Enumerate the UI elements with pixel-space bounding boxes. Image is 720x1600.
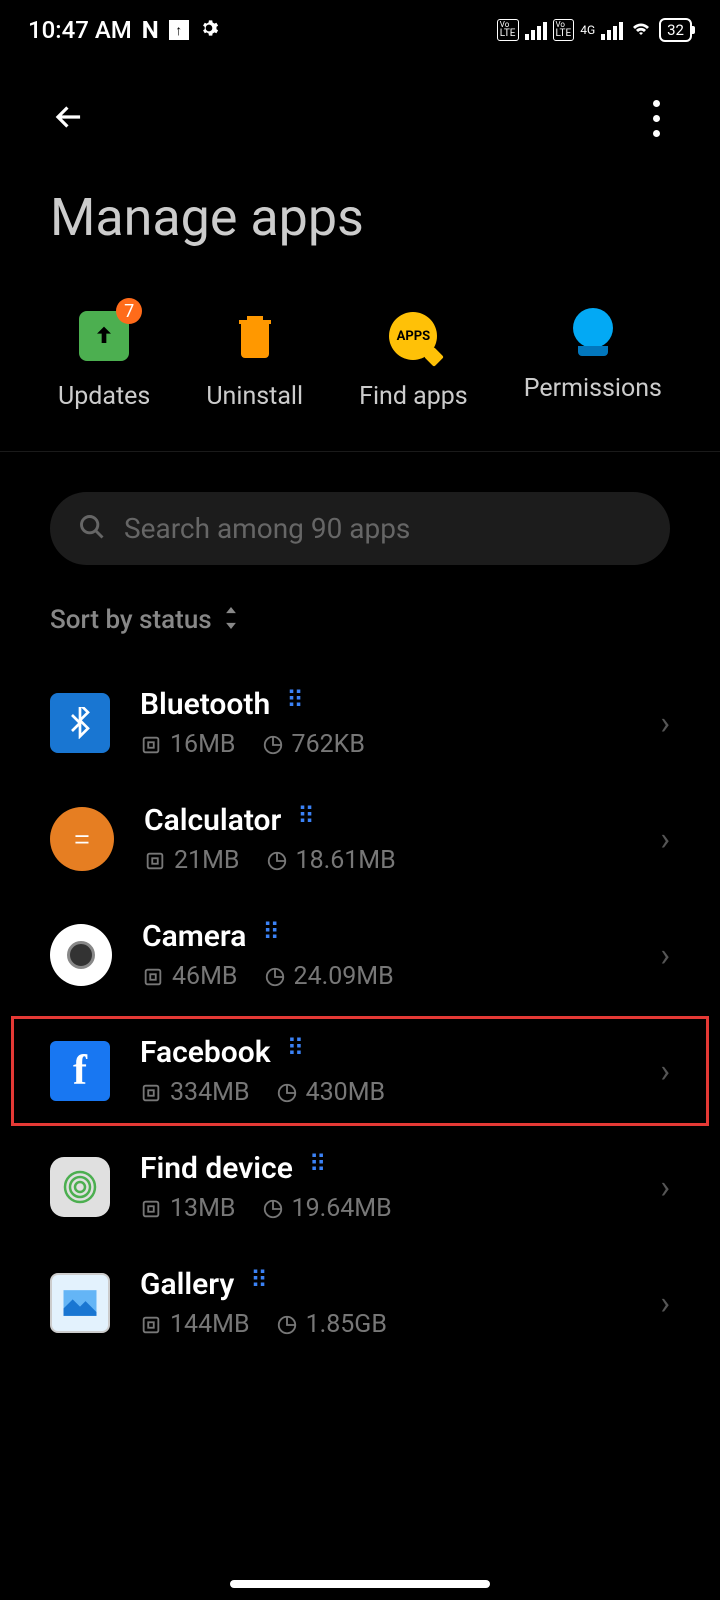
app-data: 18.61MB xyxy=(296,846,396,875)
signal-icon-2 xyxy=(601,20,623,40)
app-storage: 144MB xyxy=(170,1310,250,1339)
loading-icon xyxy=(286,694,308,716)
uninstall-action[interactable]: Uninstall xyxy=(206,308,303,411)
menu-button[interactable] xyxy=(643,90,670,147)
updates-label: Updates xyxy=(58,382,150,411)
app-item-camera[interactable]: Camera 46MB 24.09MB › xyxy=(0,897,720,1013)
chevron-right-icon: › xyxy=(660,1284,670,1322)
wifi-icon xyxy=(629,15,653,45)
chevron-right-icon: › xyxy=(660,704,670,742)
sort-arrows-icon xyxy=(222,607,240,634)
app-name: Find device xyxy=(140,1151,293,1186)
app-name: Camera xyxy=(142,919,246,954)
network-type: 4G xyxy=(580,23,595,37)
facebook-icon: f xyxy=(50,1041,110,1101)
app-data: 430MB xyxy=(306,1078,386,1107)
volte-icon-1: VoLTE xyxy=(497,19,519,41)
search-bar[interactable] xyxy=(50,492,670,565)
uninstall-label: Uninstall xyxy=(206,382,303,411)
app-item-calculator[interactable]: = Calculator 21MB 18.61MB › xyxy=(0,781,720,897)
status-bar: 10:47 AM N ↑ VoLTE VoLTE 4G 32 xyxy=(0,0,720,60)
page-title: Manage apps xyxy=(0,167,720,288)
app-name: Facebook xyxy=(140,1035,271,1070)
permissions-action[interactable]: Permissions xyxy=(524,308,662,411)
volte-icon-2: VoLTE xyxy=(553,19,575,41)
permissions-label: Permissions xyxy=(524,374,662,403)
header xyxy=(0,60,720,167)
find-apps-action[interactable]: APPS Find apps xyxy=(359,308,468,411)
chevron-right-icon: › xyxy=(660,936,670,974)
action-row: 7 Updates Uninstall APPS Find apps Permi… xyxy=(0,288,720,452)
upload-icon: ↑ xyxy=(169,20,189,40)
app-data: 24.09MB xyxy=(294,962,394,991)
app-name: Calculator xyxy=(144,803,281,838)
loading-icon xyxy=(262,926,284,948)
find-apps-label: Find apps xyxy=(359,382,468,411)
loading-icon xyxy=(250,1274,272,1296)
trash-icon xyxy=(227,308,283,364)
loading-icon xyxy=(287,1042,309,1064)
loading-icon xyxy=(309,1158,331,1180)
camera-icon xyxy=(50,924,112,986)
calculator-icon: = xyxy=(50,807,114,871)
updates-action[interactable]: 7 Updates xyxy=(58,308,150,411)
app-item-facebook[interactable]: f Facebook 334MB 430MB › xyxy=(8,1013,712,1129)
updates-badge: 7 xyxy=(116,298,142,324)
chevron-right-icon: › xyxy=(660,1168,670,1206)
search-icon xyxy=(78,513,106,545)
search-input[interactable] xyxy=(124,512,642,545)
home-indicator[interactable] xyxy=(230,1580,490,1588)
gallery-icon xyxy=(50,1273,110,1333)
app-data: 19.64MB xyxy=(292,1194,392,1223)
app-item-gallery[interactable]: Gallery 144MB 1.85GB › xyxy=(0,1245,720,1361)
app-list: Bluetooth 16MB 762KB › = Calculator 21MB… xyxy=(0,665,720,1361)
status-time: 10:47 AM xyxy=(28,16,132,44)
app-data: 762KB xyxy=(292,730,365,759)
sort-label: Sort by status xyxy=(50,605,212,635)
chevron-right-icon: › xyxy=(660,1052,670,1090)
netflix-icon: N xyxy=(142,16,159,44)
app-storage: 16MB xyxy=(170,730,236,759)
app-storage: 13MB xyxy=(170,1194,236,1223)
signal-icon-1 xyxy=(525,20,547,40)
loading-icon xyxy=(297,810,319,832)
battery-icon: 32 xyxy=(659,18,692,42)
app-data: 1.85GB xyxy=(306,1310,387,1339)
permissions-icon xyxy=(569,308,617,356)
settings-icon xyxy=(199,16,219,44)
app-storage: 21MB xyxy=(174,846,240,875)
app-storage: 334MB xyxy=(170,1078,250,1107)
app-name: Bluetooth xyxy=(140,687,270,722)
sort-button[interactable]: Sort by status xyxy=(0,595,720,665)
bluetooth-icon xyxy=(50,693,110,753)
chevron-right-icon: › xyxy=(660,820,670,858)
app-storage: 46MB xyxy=(172,962,238,991)
app-item-find-device[interactable]: Find device 13MB 19.64MB › xyxy=(0,1129,720,1245)
find-device-icon xyxy=(50,1157,110,1217)
app-name: Gallery xyxy=(140,1267,234,1302)
find-apps-icon: APPS xyxy=(389,312,437,360)
back-button[interactable] xyxy=(50,98,88,140)
app-item-bluetooth[interactable]: Bluetooth 16MB 762KB › xyxy=(0,665,720,781)
